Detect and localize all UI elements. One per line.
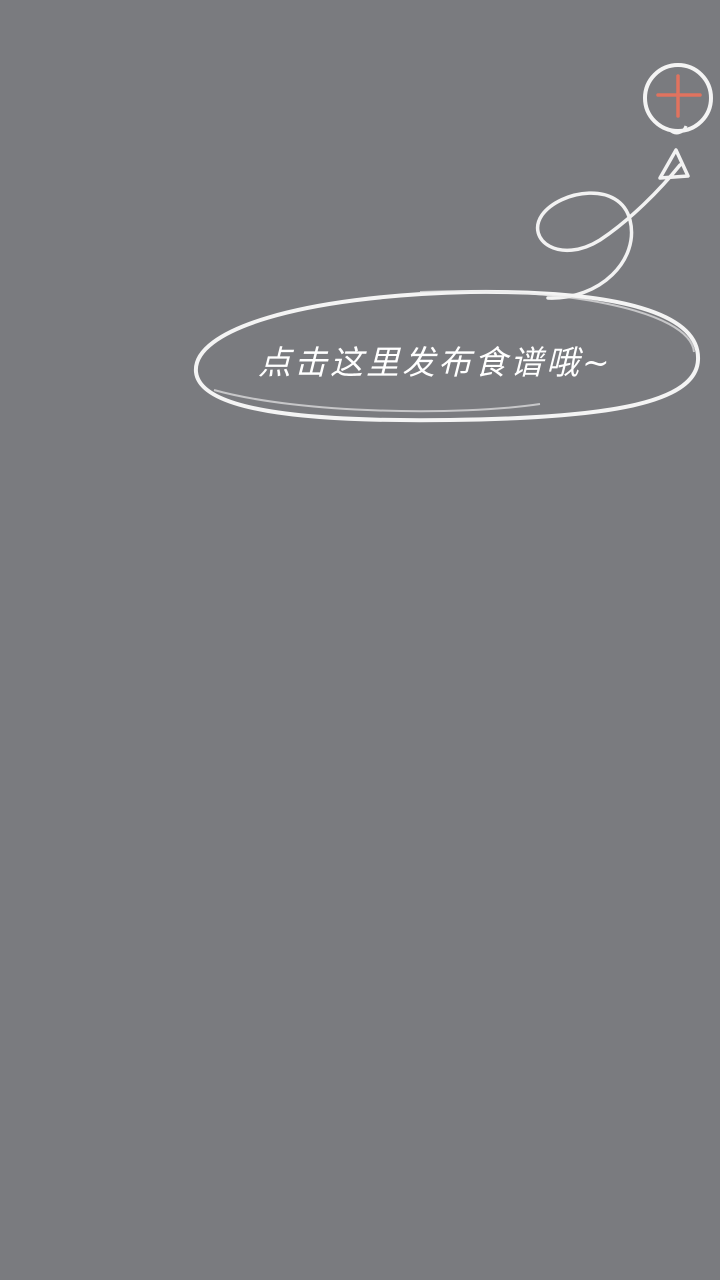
guide-drawing xyxy=(193,148,701,423)
guide-arrow-icon xyxy=(535,163,682,300)
add-recipe-button[interactable] xyxy=(640,60,716,136)
guide-overlay[interactable]: 点击这里发布食谱哦~ xyxy=(0,0,720,1280)
guide-hint-text: 点击这里发布食谱哦~ xyxy=(258,343,613,382)
add-recipe-icon xyxy=(643,63,713,135)
